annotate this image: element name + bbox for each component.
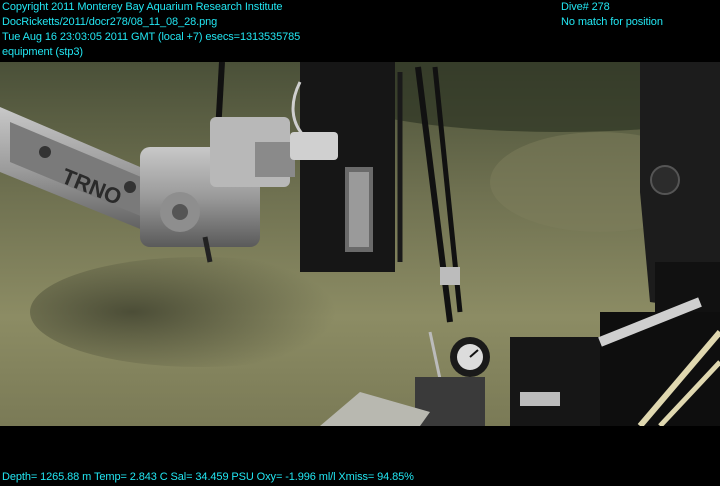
sensor-readout: Depth= 1265.88 m Temp= 2.843 C Sal= 34.4… [2, 471, 414, 483]
copyright-text: Copyright 2011 Monterey Bay Aquarium Res… [2, 1, 283, 13]
overlay-top-right: Dive# 278 No match for position [561, 0, 663, 30]
seafloor-scene: TRNO [0, 62, 720, 426]
overlay-top-left: Copyright 2011 Monterey Bay Aquarium Res… [2, 0, 300, 60]
arm-shadow [30, 257, 370, 367]
video-frame: TRNO Copyright 2011 Monterey Bay Aquariu… [0, 0, 720, 486]
timestamp-text: Tue Aug 16 23:03:05 2011 GMT (local +7) … [2, 31, 301, 43]
annotation-text: equipment (stp3) [2, 46, 83, 58]
dive-number-text: Dive# 278 [561, 1, 610, 13]
file-path-text: DocRicketts/2011/docr278/08_11_08_28.png [2, 16, 218, 28]
position-status-text: No match for position [561, 16, 663, 28]
